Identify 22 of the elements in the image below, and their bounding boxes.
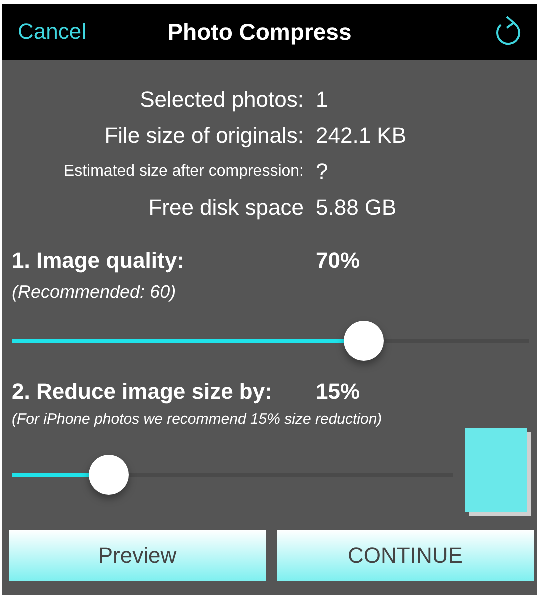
info-value: 242.1 KB: [316, 123, 408, 149]
slider[interactable]: [12, 321, 529, 361]
info-value: 1: [316, 87, 330, 113]
slider-thumb[interactable]: [344, 321, 384, 361]
section-heading: 2. Reduce image size by:: [12, 379, 274, 405]
screen-title: Photo Compress: [166, 18, 353, 46]
section-heading: 1. Image quality:: [12, 248, 186, 274]
info-value: ?: [316, 159, 330, 185]
info-label: Free disk space: [148, 195, 304, 221]
action-button[interactable]: Preview: [9, 530, 266, 581]
slider[interactable]: [12, 455, 453, 495]
hint-text: (Recommended: 60): [12, 282, 178, 303]
info-value: 5.88 GB: [316, 195, 398, 221]
cancel-button[interactable]: Cancel: [18, 19, 86, 45]
info-label: Estimated size after compression:: [62, 163, 304, 181]
action-button[interactable]: CONTINUE: [277, 530, 534, 581]
setting-value: 15%: [316, 379, 362, 405]
hint-text: (For iPhone photos we recommend 15% size reduction): [12, 411, 384, 428]
info-label: Selected photos:: [139, 87, 304, 113]
slider-thumb[interactable]: [89, 455, 130, 495]
setting-value: 70%: [316, 248, 362, 274]
info-label: File size of originals:: [104, 123, 304, 149]
